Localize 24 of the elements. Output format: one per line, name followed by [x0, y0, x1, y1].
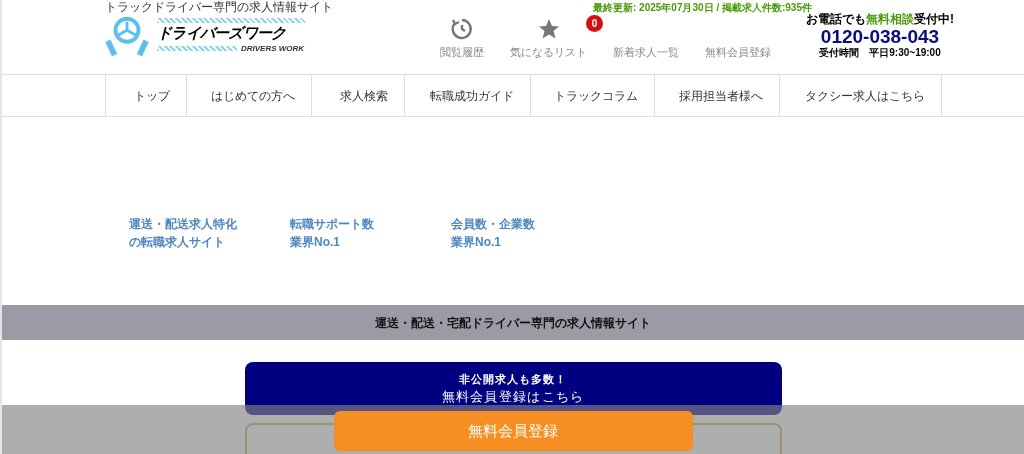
- section-banner: 運送・配送・宅配ドライバー専門の求人情報サイト: [2, 305, 1024, 340]
- stat-text: 運送・配送求人特化 の転職求人サイト: [129, 216, 238, 251]
- phone-number[interactable]: 0120-038-043: [820, 27, 940, 47]
- business-hours: 受付時間 平日9:30~19:00: [819, 47, 941, 59]
- update-info: 最終更新: 2025年07月30日 / 掲載求人件数:935件: [593, 1, 812, 14]
- count-badge: 0: [586, 14, 603, 32]
- header-link[interactable]: 閲覧履歴: [440, 16, 484, 60]
- contact-lead: お電話でも無料相談受付中!: [806, 12, 954, 27]
- stat-text: 会員数・企業数 業界No.1: [451, 216, 536, 251]
- nav-link[interactable]: 採用担当者様へ: [655, 75, 780, 116]
- nav-link[interactable]: トラックコラム: [531, 75, 655, 116]
- nav-link[interactable]: 転職成功ガイド: [405, 75, 531, 116]
- header-link[interactable]: 気になるリスト: [510, 16, 587, 60]
- nav-link[interactable]: 求人検索: [312, 75, 405, 116]
- stat-text: 転職サポート数 業界No.1: [290, 216, 375, 251]
- nav-link[interactable]: タクシー求人はこちら: [780, 75, 942, 116]
- clock-icon: [450, 16, 474, 41]
- nav-link[interactable]: はじめての方へ: [187, 75, 312, 116]
- tagline: トラックドライバー専門の求人情報サイト: [105, 0, 333, 15]
- nav-link[interactable]: トップ: [106, 75, 187, 116]
- signup-banner-button[interactable]: 非公開求人も多数！ 無料会員登録はこちら: [244, 362, 782, 415]
- header-link[interactable]: 新着求人一覧: [613, 40, 679, 60]
- header-link[interactable]: 無料会員登録: [705, 40, 771, 60]
- site-logo[interactable]: ドライバーズワーク DRIVERS WORK: [105, 13, 305, 59]
